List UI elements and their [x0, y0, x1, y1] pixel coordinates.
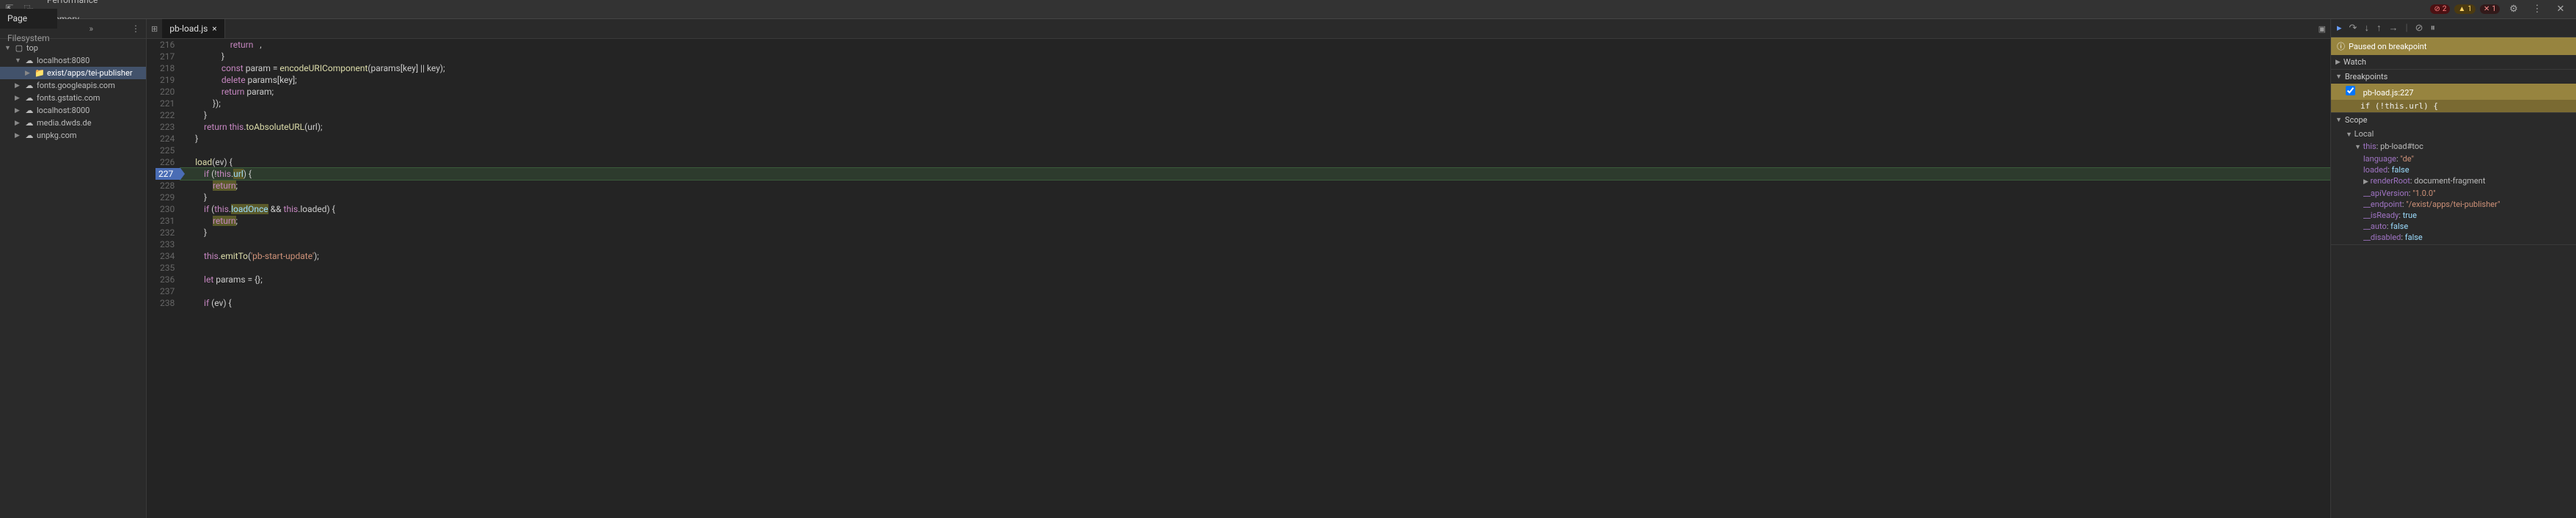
- step-over-icon[interactable]: ↷: [2349, 23, 2357, 34]
- scope-property[interactable]: language: "de": [2337, 153, 2570, 164]
- navigator-panel: PageFilesystem » ⋮ ▼▢top▼☁localhost:8080…: [0, 19, 147, 518]
- more-icon[interactable]: ⋮: [2528, 4, 2547, 15]
- tree-item[interactable]: ▶☁localhost:8000: [0, 104, 146, 117]
- resume-icon[interactable]: ▸: [2337, 23, 2342, 34]
- scope-property[interactable]: ▶ renderRoot: document-fragment: [2337, 175, 2570, 188]
- navigator-tab[interactable]: Page: [0, 9, 57, 29]
- tree-item[interactable]: ▶☁media.dwds.de: [0, 117, 146, 129]
- scope-property[interactable]: __auto: false: [2337, 221, 2570, 232]
- tree-item[interactable]: ▶📁exist/apps/tei-publisher: [0, 67, 146, 79]
- chevron-down-icon: ▼: [2335, 73, 2342, 81]
- tree-item[interactable]: ▶☁unpkg.com: [0, 129, 146, 142]
- file-tab-label: pb-load.js: [169, 19, 208, 38]
- info-icon: ⓘ: [2337, 40, 2345, 52]
- scope-property[interactable]: loaded: false: [2337, 164, 2570, 175]
- close-tab-icon[interactable]: ×: [212, 19, 216, 38]
- scope-property[interactable]: __disabled: false: [2337, 232, 2570, 243]
- navigator-menu-icon[interactable]: ⋮: [125, 23, 146, 34]
- code-area[interactable]: return , } const param = encodeURICompon…: [180, 39, 2330, 518]
- scope-this[interactable]: ▼ this: pb-load#toc: [2337, 141, 2570, 153]
- tree-item[interactable]: ▶☁fonts.gstatic.com: [0, 92, 146, 104]
- deactivate-bp-icon[interactable]: ⊘: [2415, 23, 2423, 34]
- breakpoints-section-header[interactable]: ▼ Breakpoints: [2331, 70, 2576, 84]
- navigator-more-icon[interactable]: »: [84, 23, 100, 34]
- file-tab[interactable]: pb-load.js ×: [162, 19, 224, 38]
- tree-item[interactable]: ▶☁fonts.googleapis.com: [0, 79, 146, 92]
- step-out-icon[interactable]: ↑: [2376, 22, 2382, 34]
- breakpoint-item[interactable]: pb-load.js:227: [2331, 84, 2576, 100]
- scope-section-header[interactable]: ▼ Scope: [2331, 113, 2576, 127]
- scope-property[interactable]: __endpoint: "/exist/apps/tei-publisher": [2337, 199, 2570, 210]
- paused-banner: ⓘ Paused on breakpoint: [2331, 37, 2576, 55]
- pause-exceptions-icon[interactable]: ⏸: [2431, 23, 2436, 34]
- editor-panel: ⊞ pb-load.js × ▣ 21621721821922022122222…: [147, 19, 2330, 518]
- scope-local[interactable]: ▼ Local: [2337, 128, 2570, 141]
- nav-show-icon[interactable]: ⊞: [147, 24, 162, 34]
- chevron-down-icon: ▼: [2335, 116, 2342, 124]
- devtools-tabbar: ⇱ ⿻ ElementsConsoleSourcesNetworkPerform…: [0, 0, 2576, 19]
- line-gutter[interactable]: 2162172182192202212222232242252262272282…: [147, 39, 180, 518]
- scope-property[interactable]: __apiVersion: "1.0.0": [2337, 188, 2570, 199]
- breakpoint-checkbox[interactable]: [2346, 86, 2355, 95]
- debugger-panel: ▸ ↷ ↓ ↑ → | ⊘ ⏸ ⓘ Paused on breakpoint ▶…: [2330, 19, 2576, 518]
- panel-tab[interactable]: Performance: [38, 0, 106, 10]
- watch-section-header[interactable]: ▶ Watch: [2331, 55, 2576, 69]
- settings-icon[interactable]: ⚙: [2504, 4, 2523, 15]
- error-badge[interactable]: ⊘ 2: [2430, 4, 2450, 14]
- file-tree: ▼▢top▼☁localhost:8080▶📁exist/apps/tei-pu…: [0, 39, 146, 145]
- step-icon[interactable]: →: [2388, 22, 2398, 34]
- section-label: Breakpoints: [2345, 72, 2387, 81]
- code-editor[interactable]: 2162172182192202212222232242252262272282…: [147, 39, 2330, 518]
- chevron-right-icon: ▶: [2335, 59, 2341, 66]
- scope-property[interactable]: __isReady: true: [2337, 210, 2570, 221]
- breakpoint-location: pb-load.js:227: [2363, 88, 2414, 98]
- section-label: Scope: [2345, 115, 2368, 125]
- debugger-toolbar: ▸ ↷ ↓ ↑ → | ⊘ ⏸: [2331, 19, 2576, 37]
- warning-badge[interactable]: ▲ 1: [2454, 4, 2476, 14]
- close-icon[interactable]: ✕: [2551, 4, 2570, 15]
- step-into-icon[interactable]: ↓: [2364, 22, 2369, 34]
- paused-text: Paused on breakpoint: [2349, 42, 2426, 51]
- tree-item[interactable]: ▼☁localhost:8080: [0, 54, 146, 67]
- breakpoint-condition: if (!this.url) {: [2331, 100, 2576, 112]
- message-badge[interactable]: ✕ 1: [2480, 4, 2500, 14]
- tree-item[interactable]: ▼▢top: [0, 42, 146, 54]
- section-label: Watch: [2343, 57, 2366, 67]
- navigator-collapse-icon[interactable]: ▣: [2314, 24, 2330, 34]
